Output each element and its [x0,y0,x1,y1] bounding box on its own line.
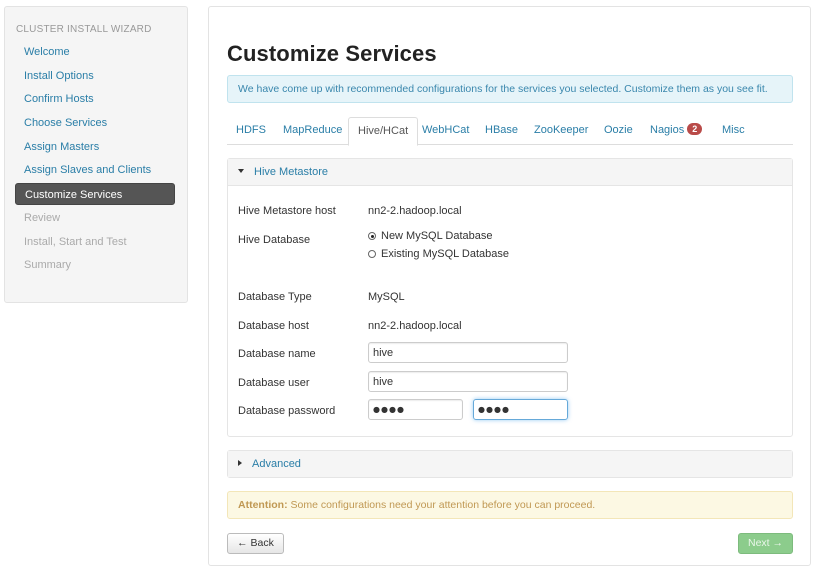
hive-metastore-section: Hive Metastore Hive Metastore host nn2-2… [227,158,793,437]
database-user-label: Database user [238,377,310,389]
radio-new-mysql[interactable]: New MySQL Database [368,230,492,242]
sidebar-item-install-options[interactable]: Install Options [15,65,175,87]
database-name-input[interactable] [368,342,568,363]
page: CLUSTER INSTALL WIZARD Welcome Install O… [0,0,814,570]
attention-alert: Attention: Some configurations need your… [227,491,793,519]
metastore-host-label: Hive Metastore host [238,205,336,217]
sidebar-nav: Welcome Install Options Confirm Hosts Ch… [15,41,175,278]
sidebar-item-install-start-test: Install, Start and Test [24,235,127,248]
radio-existing-mysql[interactable]: Existing MySQL Database [368,248,509,260]
sidebar-item-customize-services[interactable]: Customize Services [15,183,175,206]
main-panel: Customize Services We have come up with … [208,6,811,566]
advanced-header[interactable]: Advanced [228,451,792,477]
caret-right-icon [238,460,242,467]
sidebar-header: CLUSTER INSTALL WIZARD [16,24,152,35]
hive-database-label: Hive Database [238,234,311,246]
sidebar: CLUSTER INSTALL WIZARD Welcome Install O… [4,6,188,303]
tab-mapreduce[interactable]: MapReduce [274,117,351,145]
sidebar-item-choose-services[interactable]: Choose Services [15,112,175,134]
hive-metastore-body: Hive Metastore host nn2-2.hadoop.local H… [228,186,792,436]
alert-count-badge: 2 [687,123,703,135]
database-type-label: Database Type [238,291,312,303]
radio-checked-icon [368,232,376,240]
database-host-label: Database host [238,320,309,332]
tab-misc[interactable]: Misc [713,117,754,145]
page-title: Customize Services [227,41,437,66]
tab-hbase[interactable]: HBase [476,117,527,145]
attention-text: Some configurations need your attention … [287,499,596,511]
hive-metastore-header[interactable]: Hive Metastore [228,159,792,186]
advanced-title: Advanced [252,458,301,470]
next-button[interactable]: Next → [738,533,793,554]
tab-webhcat[interactable]: WebHCat [413,117,478,145]
hive-metastore-title: Hive Metastore [254,166,328,178]
radio-unchecked-icon [368,250,376,258]
database-password-confirm-input[interactable]: ●●●● [473,399,568,420]
sidebar-item-welcome[interactable]: Welcome [15,41,175,63]
sidebar-item-confirm-hosts[interactable]: Confirm Hosts [15,88,175,110]
info-alert: We have come up with recommended configu… [227,75,793,103]
database-password-input[interactable]: ●●●● [368,399,463,420]
sidebar-item-assign-slaves[interactable]: Assign Slaves and Clients [15,159,175,181]
sidebar-item-assign-masters[interactable]: Assign Masters [15,136,175,158]
tab-hdfs[interactable]: HDFS [227,117,275,145]
back-button[interactable]: ← Back [227,533,284,554]
tab-zookeeper[interactable]: ZooKeeper [525,117,597,145]
database-user-input[interactable] [368,371,568,392]
tab-hive-hcat[interactable]: Hive/HCat [348,117,419,146]
advanced-section: Advanced [227,450,793,478]
database-type-value: MySQL [368,291,405,303]
caret-down-icon [238,169,244,174]
radio-existing-mysql-label: Existing MySQL Database [381,248,509,260]
radio-new-mysql-label: New MySQL Database [381,230,493,242]
sidebar-item-review: Review [24,211,61,224]
service-tabs: HDFS MapReduce Hive/HCat WebHCat HBase Z… [227,117,793,146]
tab-oozie[interactable]: Oozie [595,117,642,145]
attention-strong: Attention: [238,499,288,511]
tab-nagios-label: Nagios [650,124,685,136]
database-password-label: Database password [238,405,336,417]
database-name-label: Database name [238,348,316,360]
metastore-host-value: nn2-2.hadoop.local [368,205,462,217]
database-host-value: nn2-2.hadoop.local [368,320,462,332]
sidebar-item-summary: Summary [24,259,72,272]
tab-nagios[interactable]: Nagios 2 [641,117,711,145]
